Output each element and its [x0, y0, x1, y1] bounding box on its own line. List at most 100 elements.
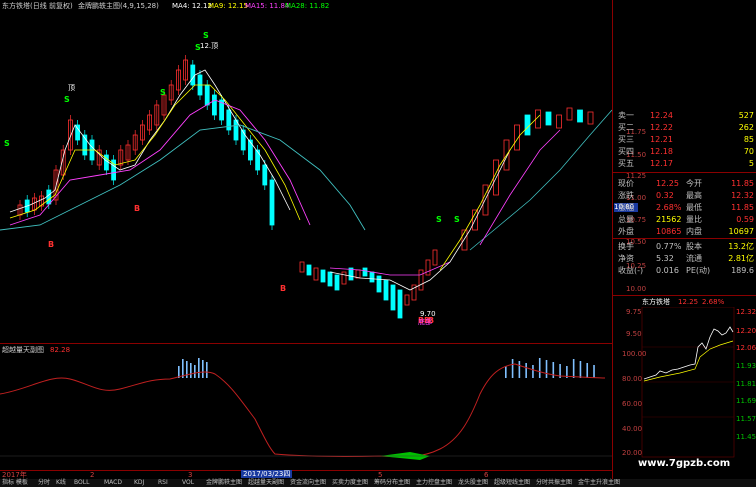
- candle: [341, 271, 347, 285]
- ma28-line: [0, 124, 366, 231]
- quote-label: 内盘: [686, 227, 702, 236]
- order-price: 12.17: [650, 159, 673, 168]
- quote-label: 股本: [686, 242, 702, 251]
- indicator-tab[interactable]: K线: [56, 479, 66, 487]
- order-price: 12.22: [650, 123, 673, 132]
- quote-value: 5.32: [656, 254, 674, 263]
- order-volume: 262: [738, 123, 754, 132]
- order-book-row: 买三 12.21 85: [614, 134, 756, 146]
- sub-bar: [593, 365, 595, 378]
- candle: [376, 275, 382, 293]
- indicator-tab[interactable]: RSI: [158, 479, 168, 487]
- quote-label: 收益(-): [618, 266, 644, 275]
- quote-value: 10865: [656, 227, 682, 236]
- sub-indicator-chart[interactable]: [0, 344, 612, 470]
- quote-row: 净资 5.32 流通 2.81亿: [614, 253, 756, 265]
- quote-label: 涨跌: [618, 191, 634, 200]
- order-book-row: 买四 12.18 70: [614, 146, 756, 158]
- indicator-tab[interactable]: 超级短线主图: [494, 479, 530, 487]
- quote-value: 2.81亿: [728, 254, 754, 263]
- indicator-tab[interactable]: KDJ: [134, 479, 144, 487]
- buy-marker: B: [134, 204, 140, 213]
- order-label: 买三: [618, 135, 634, 144]
- indicator-tab-bar: 指标 模板 分时 K线 BOLL MACD KDJ RSI VOL 金牌鹏轶主图 超越量天副图 资金…: [0, 479, 756, 487]
- order-book-divider: [612, 172, 756, 173]
- order-price: 12.21: [650, 135, 673, 144]
- quote-value: 0.32: [656, 191, 674, 200]
- indicator-tab[interactable]: MACD: [104, 479, 122, 487]
- stock-chart-window: 东方铁塔(日线 前复权) 金牌鹏轶主图(4,9,15,28) MA4: 12.1…: [0, 0, 756, 487]
- timeline-label: 6: [484, 471, 489, 479]
- mini-tick: 11.93: [736, 362, 756, 370]
- order-volume: 85: [743, 135, 754, 144]
- candle: [566, 107, 573, 121]
- quote-value: 10697: [728, 227, 754, 236]
- quote-value: 11.85: [731, 179, 754, 188]
- sub-bar: [202, 360, 204, 378]
- candle: [46, 189, 52, 205]
- mini-tick: 12.20: [736, 327, 756, 335]
- indicator-tab[interactable]: 指标 模板: [2, 479, 28, 487]
- candle: [255, 149, 261, 171]
- quote-value: 2.68%: [656, 203, 682, 212]
- quote-label: PE(动): [686, 266, 711, 275]
- order-volume: 527: [738, 111, 754, 120]
- sub-bar: [552, 362, 555, 378]
- mini-tick: 12.32: [736, 308, 756, 316]
- indicator-tab[interactable]: 龙头股主图: [458, 479, 488, 487]
- candle: [240, 129, 246, 151]
- order-label: 买二: [618, 123, 634, 132]
- candle: [404, 294, 410, 306]
- sub-bar: [586, 363, 589, 378]
- quote-label: 今开: [686, 179, 702, 188]
- timeline-label: 2: [90, 471, 95, 479]
- buy-marker: B: [48, 240, 54, 249]
- quote-row: 涨幅 2.68% 最低 11.85: [614, 202, 756, 214]
- indicator-tab[interactable]: 分时共振主图: [536, 479, 572, 487]
- candle: [313, 267, 319, 281]
- candlestick-chart[interactable]: S S S S S S S B B B B B B 12.顶 顶 9.70 底部: [0, 0, 612, 343]
- watermark: www.7gpzb.com: [638, 458, 731, 469]
- indicator-tab[interactable]: 筹码分布主图: [374, 479, 410, 487]
- quote-value: 189.6: [731, 266, 754, 275]
- candle: [545, 111, 552, 126]
- candle: [383, 279, 389, 301]
- candle: [461, 229, 468, 251]
- indicator-tab[interactable]: 金牌鹏轶主图: [206, 479, 242, 487]
- mini-intraday-chart[interactable]: 东方铁塔 12.25 2.68% 12.32 12.20 12.06 11.93…: [640, 297, 756, 462]
- right-panel-separator: [612, 0, 613, 479]
- order-volume: 5: [748, 159, 754, 168]
- quote-label: 净资: [618, 254, 634, 263]
- quote-label: 换手: [618, 242, 634, 251]
- order-book-row: 卖一 12.24 527: [614, 110, 756, 122]
- order-book-row: 买二 12.22 262: [614, 122, 756, 134]
- quote-value: 11.85: [731, 203, 754, 212]
- candle: [204, 84, 210, 106]
- order-label: 买四: [618, 147, 634, 156]
- mini-tick: 11.81: [736, 380, 756, 388]
- indicator-tab[interactable]: 买卖力度主图: [332, 479, 368, 487]
- candle: [397, 289, 403, 319]
- sell-marker: S: [436, 215, 442, 224]
- timeline-label: 3: [188, 471, 193, 479]
- left-top-annotation: 顶: [68, 84, 75, 92]
- candle: [524, 114, 531, 136]
- candle: [369, 271, 375, 283]
- mini-tick: 11.45: [736, 433, 756, 441]
- indicator-tab[interactable]: VOL: [182, 479, 194, 487]
- indicator-tab[interactable]: 分时: [38, 479, 50, 487]
- quote-row: 换手 0.77% 股本 13.2亿: [614, 241, 756, 253]
- mini-price: 12.25: [678, 298, 699, 306]
- quote-value: 0.016: [656, 266, 679, 275]
- candle: [556, 114, 562, 129]
- indicator-tab[interactable]: 金牛主升浪主图: [578, 479, 620, 487]
- quote-label: 现价: [618, 179, 634, 188]
- indicator-tab[interactable]: BOLL: [74, 479, 89, 487]
- quote-label: 外盘: [618, 227, 634, 236]
- candle: [362, 267, 368, 277]
- indicator-tab[interactable]: 资金流向主图: [290, 479, 326, 487]
- indicator-tab[interactable]: 主力控盘主图: [416, 479, 452, 487]
- indicator-tab[interactable]: 超越量天副图: [248, 479, 284, 487]
- quote-value: 12.32: [731, 191, 754, 200]
- candle: [587, 111, 594, 125]
